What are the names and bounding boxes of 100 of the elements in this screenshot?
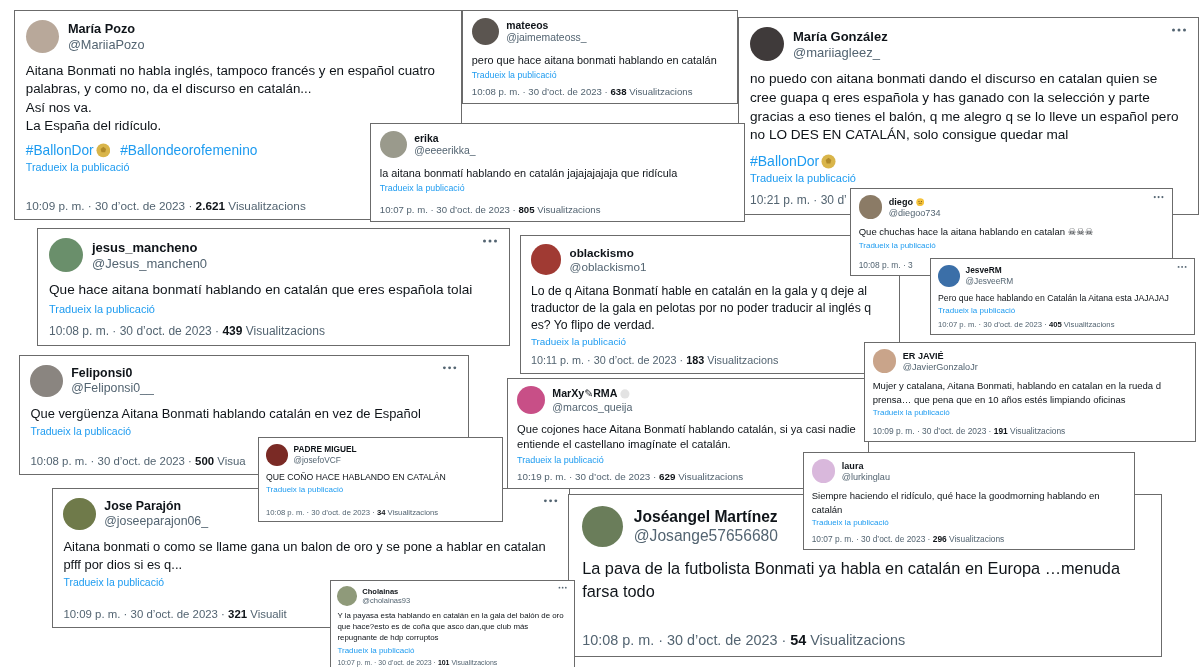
post-text: Aitana bonmati o como se llame gana un balon de oro y se pone a hablar en catalan pfff por dios si es q...	[63, 538, 547, 575]
post-text: Que chuchas hace la aitana hablando en catalan ☠☠☠	[858, 225, 1094, 239]
hashtag-link[interactable]: #BallonDor	[750, 153, 837, 169]
user-name: laura	[841, 460, 864, 471]
translate-link[interactable]: Tradueix la publicació	[938, 306, 1016, 316]
avatar	[517, 386, 545, 415]
post-meta: 10:08 p. m. · 3	[858, 259, 913, 271]
translate-link[interactable]: Tradueix la publicació	[49, 302, 155, 315]
avatar	[582, 505, 623, 547]
translate-link[interactable]: Tradueix la publicació	[750, 172, 856, 184]
user-handle: @JesveeRM	[965, 275, 1014, 286]
translate-link[interactable]: Tradueix la publicació	[379, 182, 465, 193]
avatar	[872, 349, 897, 374]
translate-link[interactable]: Tradueix la publicació	[517, 454, 604, 465]
avatar	[266, 443, 288, 466]
post-meta: 10:08 p. m. · 30 d’oct. de 2023 · 439 Visualitzacions	[49, 323, 325, 338]
avatar	[63, 497, 96, 530]
translate-link[interactable]: Tradueix la publicació	[530, 336, 627, 348]
post-text: la aitana bonmatí hablando en catalán jajajajajaja que ridícula	[379, 165, 678, 181]
translate-link[interactable]: Tradueix la publicació	[872, 407, 950, 417]
post-meta: 10:08 p. m. · 30 d’oct. de 2023 · 54 Visualitzacions	[582, 630, 906, 648]
user-handle: @lurkinglau	[841, 471, 890, 482]
user-handle: @JavierGonzaloJr	[902, 361, 978, 372]
user-name: Feliponsi0	[71, 366, 133, 381]
user-name: Jose Parajón	[104, 499, 182, 514]
post-meta: 10:09 p. m. · 30 d’oct. de 2023 · 2.621 Visualitzacions	[25, 198, 306, 213]
user-name: MarXy✎RMA	[552, 387, 618, 401]
translate-link[interactable]: Tradueix la publicació	[858, 240, 936, 250]
user-name: erika	[414, 133, 439, 145]
avatar	[750, 27, 784, 61]
post-meta: 10:07 p. m. · 30 d’oct. de 2023 · 296 Visualitzacions	[811, 533, 1005, 545]
more-icon[interactable]	[1176, 264, 1187, 269]
avatar	[471, 18, 499, 46]
post-text: Lo de q Aitana Bonmatí hable en catalán en la gala y q deje al traductor de la gala en pelotas por no poder traducir al inglés q es? Yo flipo de verdad.	[530, 282, 872, 334]
user-name: mateeos	[506, 20, 549, 32]
user-name: jesus_mancheno	[92, 239, 198, 255]
user-name: oblackismo	[569, 245, 634, 259]
user-handle: @Feliponsi0__	[71, 381, 154, 396]
emoji-icon	[916, 197, 925, 207]
post-meta: 10:09 p. m. · 30 d’oct. de 2023 · 191 Visualitzacions	[872, 425, 1066, 437]
translate-link[interactable]: Tradueix la publicació	[63, 576, 164, 588]
user-handle: @mariiagleez_	[793, 44, 880, 60]
avatar	[811, 459, 836, 484]
post-text: QUE COÑO HACE HABLANDO EN CATALÁN	[266, 471, 446, 484]
post-meta: 10:11 p. m. · 30 d’oct. de 2023 · 183 Visualitzacions	[530, 353, 779, 367]
post-text: Mujer y catalana, Aitana Bonmati, hablando en catalan en la rueda d prensa… que pena que en 10 años estés limpiando oficinas	[872, 379, 1162, 406]
user-handle: @Jesus_manchen0	[92, 255, 208, 271]
user-handle: @Josange57656680	[633, 526, 778, 545]
user-handle: @eeeerikka_	[414, 145, 476, 157]
post-text: Que cojones hace Aitana Bonmatí hablando catalán, si ya casi nadie entiende el castellano imagínate el catalán.	[517, 421, 857, 452]
avatar	[49, 238, 83, 272]
avatar	[379, 131, 407, 159]
more-icon[interactable]	[1171, 27, 1187, 33]
post-text: La pava de la futbolista Bonmati ya habla en catalán en Europa …menuda farsa todo	[582, 558, 1121, 602]
post-meta: 10:08 p. m. · 30 d’oct. de 2023 · 500 Visua	[30, 454, 246, 468]
post-text: Siempre haciendo el ridículo, qué hace la goodmorning hablando en catalán	[811, 489, 1101, 516]
post-text: Aitana Bonmati no habla inglés, tampoco francés y en español cuatro palabras, y como no, da el discurso en catalán... Así nos va. La España del ridículo.	[25, 61, 436, 134]
ball-icon	[821, 153, 837, 169]
translate-link[interactable]: Tradueix la publicació	[811, 517, 889, 527]
ball-icon	[95, 143, 111, 159]
user-handle: @marcos_queija	[552, 401, 633, 414]
more-icon[interactable]	[482, 238, 498, 244]
user-name: JesveRM	[965, 265, 1002, 276]
avatar	[938, 264, 960, 287]
post-text: no puedo con aitana bonmati dando el discurso en catalan quien se cree guapa q eres española y has ganado con la selección y parte gracias a eso tienes el balón, q me alegro q se lo lleve un español pero no LO DES EN CATALÁN, solo consigue quedar mal	[750, 70, 1180, 145]
user-name: diego	[888, 196, 914, 207]
hashtag-link[interactable]: #BallonDor	[25, 143, 111, 159]
avatar	[25, 19, 60, 54]
post-text: Que vergüenza Aitana Bonmati hablando catalán en vez de Español	[30, 405, 421, 424]
hashtag-link[interactable]: #Ballondeorofemenino	[120, 143, 258, 159]
translate-link[interactable]: Tradueix la publicació	[471, 69, 557, 80]
post-meta: 10:07 p. m. · 30 d’oct. de 2023 · 805 Visualitzacions	[379, 203, 601, 216]
user-handle: @jaimemateoss_	[506, 32, 587, 44]
post-text: Que hace aitana bonmatí hablando en catalán que eres española tolai	[49, 281, 473, 299]
user-name: ER JAVIÉ	[902, 350, 944, 361]
user-handle: @josefoVCF	[293, 454, 341, 465]
user-handle: @joseeparajon06_	[104, 514, 209, 529]
badge-icon	[620, 389, 631, 399]
translate-link[interactable]: Tradueix la publicació	[337, 645, 415, 655]
translate-link[interactable]: Tradueix la publicació	[266, 485, 344, 495]
post-meta: 10:08 p. m. · 30 d’oct. de 2023 · 638 Visualitzacions	[471, 85, 693, 98]
translate-link[interactable]: Tradueix la publicació	[30, 426, 131, 438]
avatar	[858, 195, 883, 220]
user-name: María Pozo	[67, 21, 136, 36]
more-icon[interactable]	[558, 586, 568, 590]
post-meta: 10:09 p. m. · 30 d’oct. de 2023 · 321 Visualit	[63, 607, 287, 621]
avatar	[530, 244, 562, 275]
user-handle: @MariiaPozo	[67, 36, 145, 52]
more-icon[interactable]	[1153, 195, 1165, 200]
user-handle: @diegoo734	[888, 207, 941, 218]
translate-link[interactable]: Tradueix la publicació	[25, 161, 130, 174]
user-name: María González	[793, 28, 888, 44]
avatar	[337, 586, 358, 606]
more-icon[interactable]	[442, 364, 458, 371]
user-name: PADRE MIGUEL	[293, 444, 357, 455]
user-handle: @oblackismo1	[569, 259, 647, 273]
more-icon[interactable]	[543, 497, 559, 504]
user-name: Joséangel Martínez	[633, 507, 778, 526]
post-meta: 10:19 p. m. · 30 d’oct. de 2023 · 629 Visualitzacions	[517, 470, 744, 483]
post-meta: 10:21 p. m. · 30 d’	[750, 192, 847, 207]
